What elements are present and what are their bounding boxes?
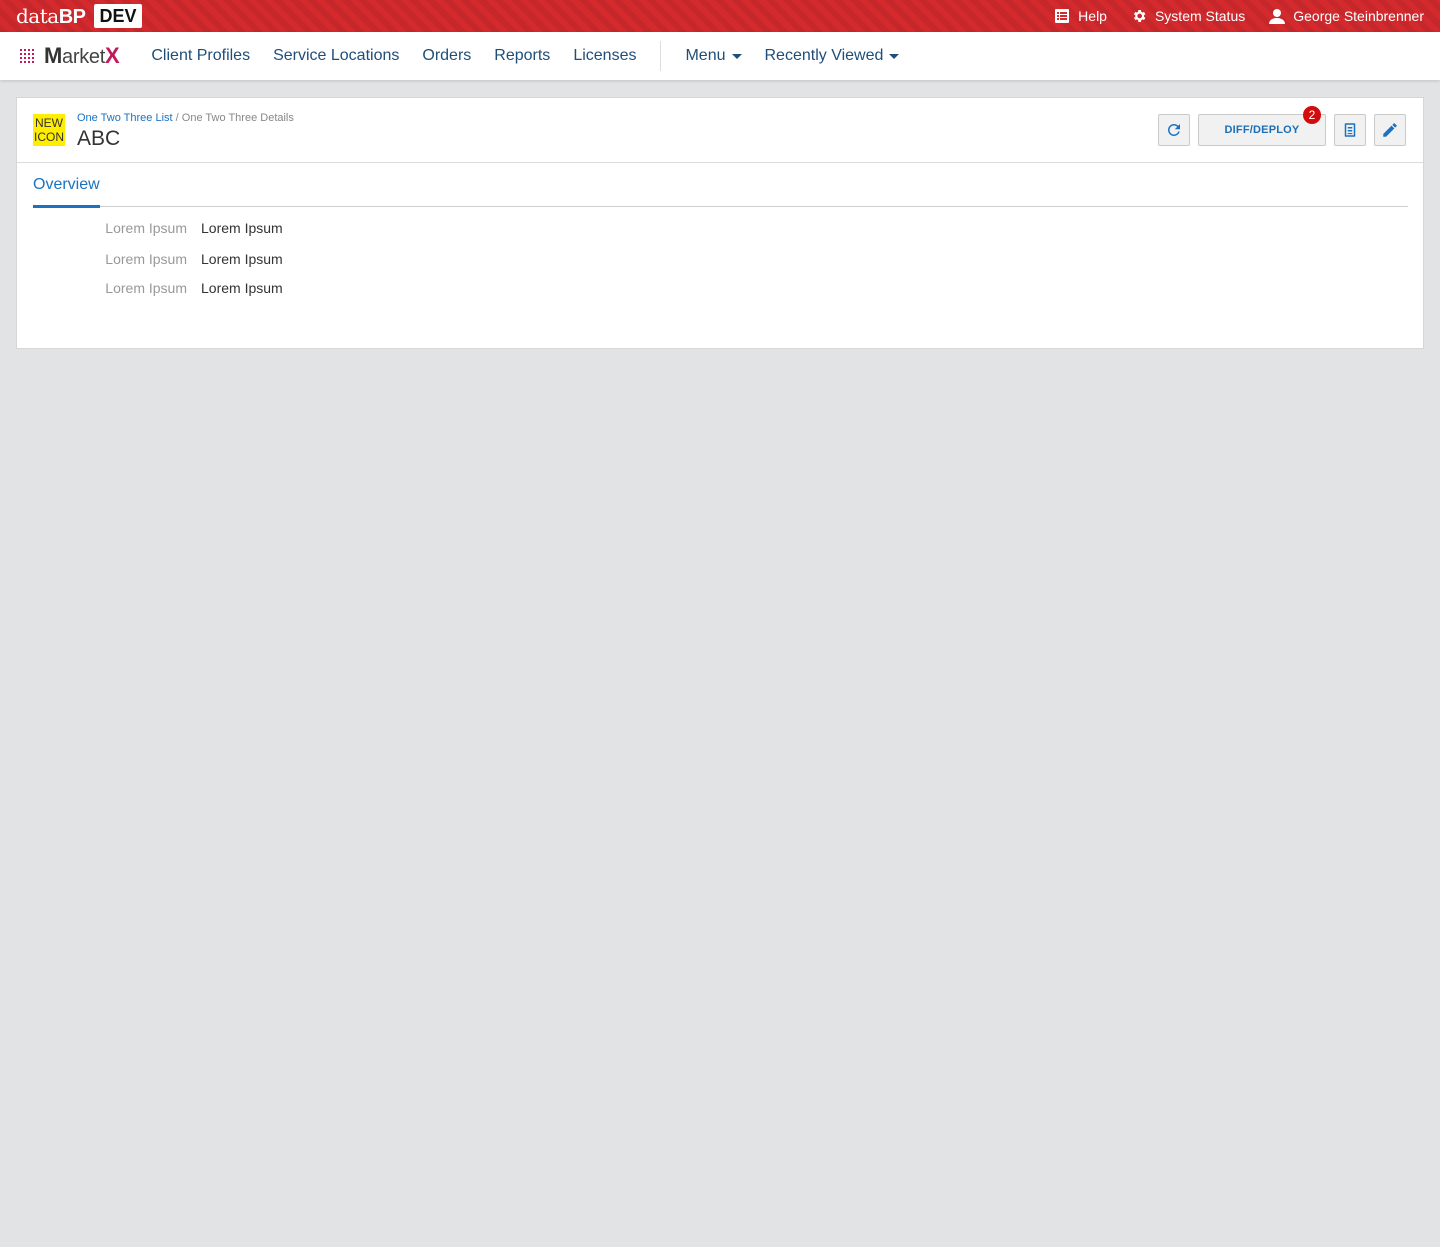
pencil-icon — [1383, 123, 1397, 137]
marketx-logo[interactable]: MarketX — [20, 43, 120, 69]
diff-deploy-count-badge: 2 — [1303, 106, 1321, 124]
caret-down-icon — [889, 53, 900, 59]
menu-label: Menu — [685, 47, 726, 64]
breadcrumb-list-link[interactable]: One Two Three List — [77, 112, 173, 124]
field-label: Lorem Ipsum — [105, 251, 187, 267]
breadcrumb: One Two Three List / One Two Three Detai… — [77, 112, 294, 124]
databp-logo: dataBP — [16, 3, 86, 28]
breadcrumb-separator: / — [175, 112, 179, 124]
recently-viewed-dropdown[interactable]: Recently Viewed — [765, 47, 900, 65]
diff-deploy-label: DIFF/DEPLOY — [1224, 124, 1300, 136]
tab-bar: Overview — [33, 162, 1408, 208]
details-card: NEW ICON One Two Three List / One Two Th… — [16, 97, 1424, 349]
header-actions: DIFF/DEPLOY 2 — [1158, 106, 1406, 146]
user-menu[interactable]: George Steinbrenner — [1269, 8, 1424, 24]
gear-icon — [1133, 10, 1146, 22]
menu-dropdown[interactable]: Menu — [685, 47, 742, 65]
refresh-icon — [1167, 123, 1180, 136]
field-row: Lorem Ipsum Lorem Ipsum — [17, 251, 417, 271]
nav-divider — [660, 41, 662, 71]
nav-orders[interactable]: Orders — [422, 47, 471, 65]
field-row: Lorem Ipsum Lorem Ipsum — [17, 280, 417, 300]
user-name: George Steinbrenner — [1293, 8, 1424, 24]
page-title: ABC — [77, 127, 121, 150]
nav-reports[interactable]: Reports — [494, 47, 550, 65]
nav-service-locations[interactable]: Service Locations — [273, 47, 399, 65]
environment-badge: DEV — [94, 4, 142, 28]
main-nav: MarketX Client Profiles Service Location… — [0, 32, 1440, 80]
notes-button[interactable] — [1334, 114, 1366, 146]
refresh-button[interactable] — [1158, 114, 1190, 146]
tab-overview[interactable]: Overview — [33, 176, 100, 208]
breadcrumb-current: One Two Three Details — [181, 112, 294, 124]
help-list-icon — [1055, 9, 1070, 23]
new-icon-placeholder: NEW ICON — [33, 114, 65, 146]
details-header: NEW ICON One Two Three List / One Two Th… — [17, 98, 1423, 163]
system-status-label: System Status — [1154, 8, 1246, 24]
field-value: Lorem Ipsum — [201, 280, 283, 296]
top-bar: dataBP DEV Help System Status George Ste… — [0, 0, 1440, 32]
user-icon — [1269, 9, 1286, 24]
help-label: Help — [1078, 8, 1107, 24]
app-grid-icon[interactable] — [20, 49, 34, 63]
edit-button[interactable] — [1374, 114, 1406, 146]
field-value: Lorem Ipsum — [201, 220, 283, 236]
recently-viewed-label: Recently Viewed — [764, 47, 884, 64]
field-label: Lorem Ipsum — [105, 280, 187, 296]
diff-deploy-button[interactable]: DIFF/DEPLOY 2 — [1198, 106, 1326, 146]
field-value: Lorem Ipsum — [201, 251, 283, 267]
help-link[interactable]: Help — [1054, 8, 1107, 24]
marketx-wordmark: MarketX — [44, 43, 120, 68]
nav-licenses[interactable]: Licenses — [573, 47, 636, 65]
notes-icon — [1344, 123, 1356, 137]
field-row: Lorem Ipsum Lorem Ipsum — [17, 220, 417, 240]
brand[interactable]: dataBP DEV — [16, 4, 142, 29]
field-label: Lorem Ipsum — [105, 220, 187, 236]
caret-down-icon — [731, 53, 742, 59]
system-status-link[interactable]: System Status — [1131, 8, 1245, 24]
nav-client-profiles[interactable]: Client Profiles — [151, 47, 250, 65]
